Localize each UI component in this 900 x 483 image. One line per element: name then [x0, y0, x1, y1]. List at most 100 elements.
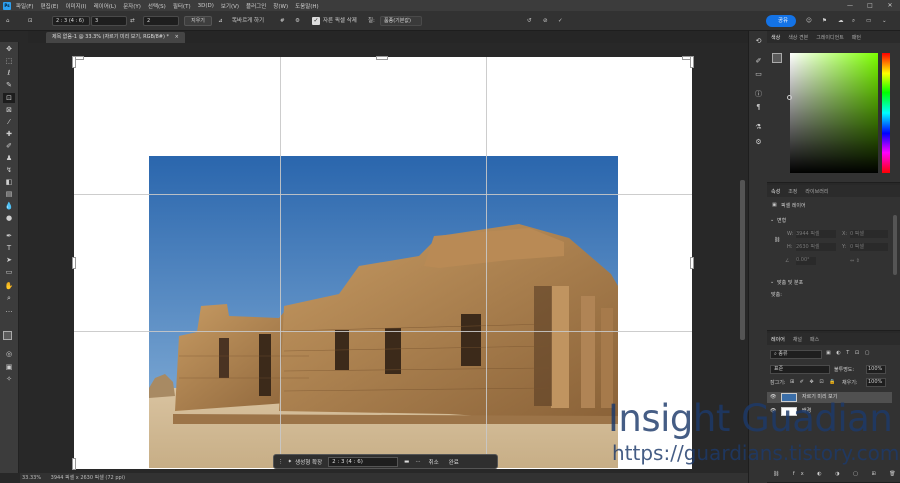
blur-tool-icon[interactable]: 💧 [3, 201, 15, 211]
flip-icons[interactable]: ⇔ ⇕ [850, 258, 860, 264]
crop-width-input[interactable]: 3 [91, 16, 127, 26]
dodge-tool-icon[interactable]: ● [3, 213, 15, 223]
minimize-button[interactable]: — [840, 0, 860, 11]
w-field[interactable]: 3944 픽셀 [796, 230, 836, 238]
menu-file[interactable]: 파일(F) [16, 2, 34, 10]
home-icon[interactable]: ⌂ [6, 15, 10, 27]
canvas-scrollbar[interactable] [740, 180, 745, 340]
tab-adjustments[interactable]: 조정 [784, 188, 801, 195]
tab-channels[interactable]: 채널 [789, 336, 806, 343]
lock-icons[interactable]: ⊞ ✐ ✥ ⊡ 🔒 [790, 379, 837, 385]
menu-3d[interactable]: 3D(D) [198, 3, 214, 9]
info-panel-icon[interactable]: ⓘ [753, 89, 764, 99]
opacity-input[interactable]: 100% [866, 365, 886, 374]
document-tab[interactable]: 제목 없음-1 @ 33.3% (자르기 미리 보기, RGB/8#) * × [46, 32, 185, 43]
clear-button[interactable]: 지우기 [184, 16, 212, 26]
delete-cropped-checkbox[interactable]: ✓ [312, 17, 320, 25]
gradient-tool-icon[interactable]: ▤ [3, 189, 15, 199]
ratio-select[interactable]: 2 : 3 (4 : 6) [328, 456, 399, 467]
menu-select[interactable]: 선택(S) [148, 2, 166, 10]
crop-height-input[interactable]: 2 [143, 16, 179, 26]
workspace-chevron-icon[interactable]: ⌄ [882, 15, 887, 27]
cancel-crop-icon[interactable]: ⊘ [543, 15, 548, 27]
cancel-button[interactable]: 취소 [429, 458, 439, 466]
crop-handle-top-right[interactable] [690, 56, 694, 68]
tab-patterns[interactable]: 패턴 [848, 34, 865, 41]
paragraph-icon[interactable]: ¶ [753, 102, 764, 112]
brush-tool-icon[interactable]: ✐ [3, 141, 15, 151]
layer-filter-icons[interactable]: ▣ ◐ T ⊡ ▢ [826, 350, 871, 356]
ratio-select[interactable]: 2 : 3 (4 : 6) [52, 16, 90, 26]
help-icon[interactable]: ⚑ [822, 15, 827, 27]
straighten-bar-icon[interactable]: ▬ [404, 459, 409, 465]
pen-tool-icon[interactable]: ✒ [3, 231, 15, 241]
color-picker-cursor[interactable] [787, 95, 792, 100]
user-icon[interactable]: ☺ [806, 15, 812, 27]
menu-image[interactable]: 이미지(I) [65, 2, 86, 10]
frame-tool-icon[interactable]: ⊠ [3, 105, 15, 115]
menu-type[interactable]: 문자(Y) [123, 2, 141, 10]
straighten-label[interactable]: 똑바르게 하기 [232, 15, 264, 27]
actions-icon[interactable]: ⚗ [753, 122, 764, 132]
brush-settings-icon[interactable]: ✐ [753, 56, 764, 66]
generative-icon[interactable]: ✧ [3, 374, 15, 384]
crop-tool-preset-icon[interactable]: ⊡ [28, 15, 33, 27]
foreground-color-swatch[interactable] [3, 331, 12, 340]
close-window-button[interactable]: ✕ [880, 0, 900, 11]
quick-select-tool-icon[interactable]: ✎ [3, 80, 15, 90]
drag-handle-icon[interactable]: ⋮ [278, 459, 284, 465]
menu-window[interactable]: 창(W) [273, 2, 288, 10]
history-panel-icon[interactable]: ⟲ [753, 36, 764, 46]
link-icon[interactable]: ⛓ [774, 237, 780, 243]
fill-select[interactable]: 품종(기본값) [380, 16, 422, 26]
share-button[interactable]: 공유 [766, 15, 796, 27]
type-tool-icon[interactable]: T [3, 243, 15, 253]
path-select-tool-icon[interactable]: ➤ [3, 255, 15, 265]
properties-scrollbar[interactable] [893, 215, 897, 275]
cloud-icon[interactable]: ☁ [838, 15, 844, 27]
straighten-icon[interactable]: ⊿ [218, 15, 223, 27]
comments-icon[interactable]: ▭ [753, 69, 764, 79]
screen-mode-icon[interactable]: ▣ [3, 362, 15, 372]
settings-gear-icon[interactable]: ⚙ [295, 15, 300, 27]
history-brush-tool-icon[interactable]: ↯ [3, 165, 15, 175]
tab-libraries[interactable]: 라이브러리 [801, 188, 832, 195]
zoom-level[interactable]: 33.33% [22, 475, 41, 481]
rectangle-tool-icon[interactable]: ▭ [3, 267, 15, 277]
angle-field[interactable]: 0.00° [796, 257, 816, 265]
layer-panel-footer-icons[interactable]: ⛓ fx ◐ ◑ ▢ ⊞ 🗑 [773, 471, 900, 477]
libraries-icon[interactable]: ⚙ [753, 137, 764, 147]
crop-handle-right[interactable] [690, 257, 694, 269]
tab-properties[interactable]: 속성 [767, 188, 784, 195]
generative-expand-button[interactable]: 생성형 확장 [295, 458, 322, 466]
move-tool-icon[interactable]: ✥ [3, 44, 15, 54]
menu-filter[interactable]: 필터(T) [173, 2, 191, 10]
workspace-icon[interactable]: ▭ [866, 15, 871, 27]
align-section-toggle[interactable]: ⌄ [770, 279, 774, 285]
x-field[interactable]: 0 픽셀 [850, 230, 888, 238]
overlay-grid-icon[interactable]: # [280, 15, 285, 27]
eraser-tool-icon[interactable]: ◧ [3, 177, 15, 187]
reset-icon[interactable]: ↺ [527, 15, 532, 27]
y-field[interactable]: 0 픽셀 [850, 243, 888, 251]
healing-brush-tool-icon[interactable]: ✚ [3, 129, 15, 139]
search-icon[interactable]: ⌕ [852, 15, 855, 27]
clone-stamp-tool-icon[interactable]: ♟ [3, 153, 15, 163]
swap-dimensions-icon[interactable]: ⇄ [130, 15, 135, 27]
crop-handle-bottom-left[interactable] [72, 458, 76, 470]
maximize-button[interactable]: □ [860, 0, 880, 11]
color-field[interactable] [787, 53, 878, 173]
eyedropper-tool-icon[interactable]: ⁄ [3, 117, 15, 127]
tab-swatches[interactable]: 색상 견본 [784, 34, 812, 41]
crop-handle-left[interactable] [72, 257, 76, 269]
tab-paths[interactable]: 패스 [806, 336, 823, 343]
crop-handle-top[interactable] [376, 56, 388, 60]
hand-tool-icon[interactable]: ✋ [3, 281, 15, 291]
done-button[interactable]: 완료 [449, 458, 459, 466]
commit-crop-icon[interactable]: ✓ [558, 15, 563, 27]
zoom-tool-icon[interactable]: ⌕ [3, 293, 15, 303]
menu-help[interactable]: 도움말(H) [295, 2, 319, 10]
crop-tool-icon[interactable]: ⊡ [3, 93, 15, 103]
menu-plugins[interactable]: 플러그인 [246, 2, 266, 10]
transform-section-toggle[interactable]: ⌄ [770, 217, 774, 223]
